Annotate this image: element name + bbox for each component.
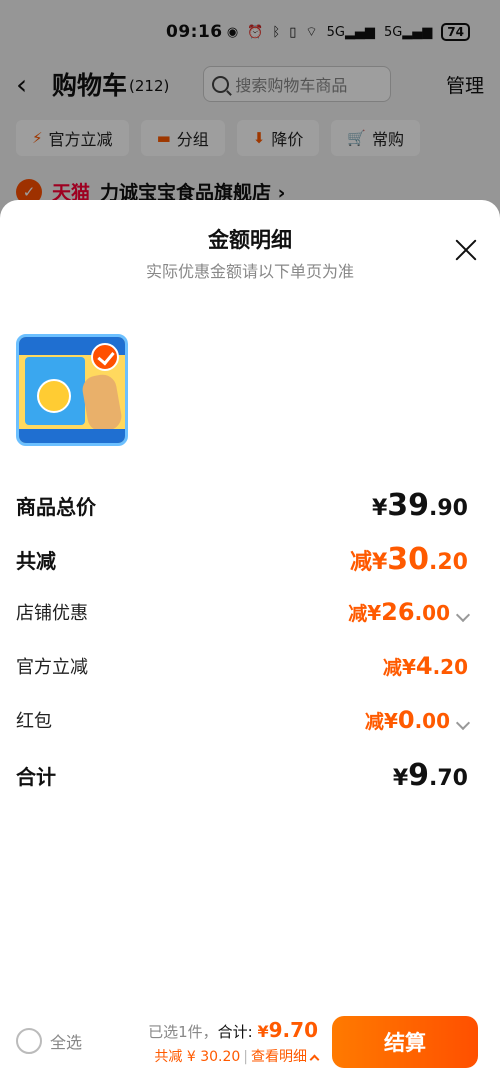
- amount-decimal: .20: [432, 655, 468, 679]
- yen-symbol: ¥: [401, 655, 416, 679]
- sheet-subtitle: 实际优惠金额请以下单页为准: [145, 262, 354, 281]
- yen-symbol: ¥: [371, 550, 388, 575]
- row-label: 店铺优惠: [16, 603, 88, 624]
- thumb-biscuit: [80, 372, 124, 434]
- total-value: 9.70: [268, 1018, 318, 1042]
- row-amount: 减 ¥30.20: [350, 542, 468, 577]
- yen-symbol: ¥: [383, 709, 398, 733]
- yen-symbol: ¥: [371, 496, 388, 521]
- thumb-mascot: [37, 379, 71, 413]
- amount-decimal: .20: [429, 550, 468, 575]
- amount-decimal: .90: [429, 496, 468, 521]
- summary-total-line: 已选1件，合计: ¥9.70: [148, 1018, 318, 1042]
- row-amount: ¥9.70: [393, 758, 468, 793]
- row-label: 合计: [16, 765, 56, 789]
- amount-decimal: .70: [429, 766, 468, 791]
- discount-text: 共减 ¥ 30.20: [154, 1049, 241, 1065]
- checkout-button[interactable]: 结算: [332, 1016, 478, 1068]
- amount-prefix: 减: [364, 711, 384, 733]
- amount-integer: 0: [397, 706, 415, 734]
- chevron-down-icon[interactable]: [455, 607, 471, 623]
- row-label: 官方立减: [16, 657, 88, 678]
- product-thumbnail[interactable]: [16, 334, 128, 446]
- chevron-up-icon[interactable]: [309, 1054, 320, 1065]
- row-store-discount[interactable]: 店铺优惠 减 ¥26.00: [16, 598, 471, 626]
- row-label: 红包: [16, 711, 52, 732]
- amount-prefix: 减: [348, 603, 368, 625]
- row-amount: 减 ¥26.00: [348, 598, 471, 626]
- select-all-toggle[interactable]: 全选: [16, 1028, 82, 1054]
- row-total-discount: 共减 减 ¥30.20: [16, 542, 468, 577]
- view-detail-link[interactable]: 查看明细: [251, 1049, 307, 1065]
- amount-prefix: 减: [382, 657, 402, 679]
- order-summary: 已选1件，合计: ¥9.70 共减 ¥ 30.20 | 查看明细: [148, 1018, 320, 1066]
- row-label: 共减: [16, 549, 56, 573]
- amount-decimal: .00: [414, 709, 450, 733]
- amount-integer: 39: [387, 488, 430, 523]
- selected-count: 已选1件，: [148, 1023, 218, 1041]
- amount-detail-sheet: 金额明细 实际优惠金额请以下单页为准 商品总价 ¥39.90 共减 减 ¥30.2…: [0, 200, 500, 1085]
- amount-decimal: .00: [414, 601, 450, 625]
- row-red-packet[interactable]: 红包 减 ¥0.00: [16, 706, 471, 734]
- amount-integer: 4: [415, 652, 433, 680]
- thumb-footer: [19, 429, 125, 443]
- amount-prefix: 减: [349, 550, 372, 575]
- row-amount: 减 ¥4.20: [383, 652, 468, 680]
- separator: |: [243, 1049, 248, 1065]
- row-amount: 减 ¥0.00: [364, 706, 471, 734]
- yen-symbol: ¥: [392, 766, 409, 791]
- amount-integer: 9: [408, 758, 430, 793]
- row-official-discount: 官方立减 减 ¥4.20: [16, 652, 468, 680]
- total-label: 合计:: [217, 1023, 253, 1041]
- row-amount: ¥39.90: [372, 488, 468, 523]
- select-all-label: 全选: [50, 1033, 83, 1052]
- sheet-title: 金额明细: [208, 228, 292, 252]
- close-icon[interactable]: [454, 238, 478, 262]
- amount-integer: 26: [381, 598, 415, 626]
- row-total-price: 商品总价 ¥39.90: [16, 488, 468, 523]
- summary-discount-line: 共减 ¥ 30.20 | 查看明细: [148, 1046, 320, 1066]
- select-all-radio[interactable]: [16, 1028, 42, 1054]
- chevron-down-icon[interactable]: [455, 715, 471, 731]
- total-yen: ¥: [257, 1022, 269, 1041]
- amount-integer: 30: [387, 542, 430, 577]
- row-grand-total: 合计 ¥9.70: [16, 758, 468, 793]
- checkmark-icon[interactable]: [91, 343, 119, 371]
- row-label: 商品总价: [16, 495, 96, 519]
- yen-symbol: ¥: [367, 601, 382, 625]
- checkout-bar: 全选 已选1件，合计: ¥9.70 共减 ¥ 30.20 | 查看明细 结算: [0, 1010, 500, 1085]
